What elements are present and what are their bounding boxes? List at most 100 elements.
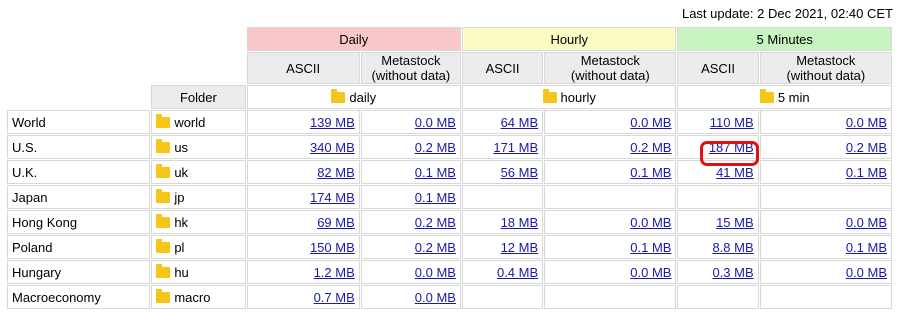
empty-cell	[544, 285, 677, 309]
table-row: Poland pl 150 MB 0.2 MB 12 MB 0.1 MB 8.8 MB 0.1…	[7, 235, 892, 259]
download-link[interactable]: 0.2 MB	[415, 215, 456, 230]
group-header-5min: 5 Minutes	[677, 27, 892, 51]
empty-cell	[759, 185, 892, 209]
table-row: Japan jp 174 MB 0.1 MB	[7, 185, 892, 209]
market-name: U.K.	[7, 160, 151, 184]
market-name: Hungary	[7, 260, 151, 284]
download-link[interactable]: 0.0 MB	[846, 215, 887, 230]
folder-icon	[156, 263, 171, 278]
folder-icon	[156, 113, 171, 128]
download-link[interactable]: 110 MB	[710, 115, 754, 130]
empty-cell	[677, 185, 759, 209]
metastock-header-5min: Metastock (without data)	[759, 52, 892, 84]
download-link[interactable]: 0.1 MB	[846, 240, 887, 255]
download-link[interactable]: 150 MB	[310, 240, 355, 255]
folder-icon	[156, 213, 171, 228]
metastock-header-hourly: Metastock (without data)	[544, 52, 677, 84]
folder-link[interactable]: macro	[151, 285, 246, 309]
download-link[interactable]: 12 MB	[501, 240, 539, 255]
ascii-header-5min: ASCII	[677, 52, 759, 84]
download-link[interactable]: 41 MB	[716, 165, 754, 180]
download-link[interactable]: 0.2 MB	[415, 240, 456, 255]
folder-link[interactable]: pl	[151, 235, 246, 259]
download-link[interactable]: 0.1 MB	[415, 190, 456, 205]
download-link[interactable]: 340 MB	[310, 140, 355, 155]
folder-link[interactable]: jp	[151, 185, 246, 209]
folder-link[interactable]: hk	[151, 210, 246, 234]
folder-icon	[542, 88, 557, 103]
empty-cell	[677, 285, 759, 309]
download-link[interactable]: 82 MB	[317, 165, 355, 180]
download-link[interactable]: 0.1 MB	[846, 165, 887, 180]
download-link[interactable]: 0.7 MB	[314, 290, 355, 305]
download-link[interactable]: 0.0 MB	[846, 115, 887, 130]
group-header-daily: Daily	[246, 27, 461, 51]
folder-header-row: Folder daily hourly 5 min	[7, 85, 892, 109]
download-link[interactable]: 0.2 MB	[630, 140, 671, 155]
folder-icon	[156, 188, 171, 203]
download-link[interactable]: 0.0 MB	[415, 265, 456, 280]
download-link[interactable]: 0.1 MB	[630, 165, 671, 180]
download-link[interactable]: 0.4 MB	[497, 265, 538, 280]
database-table: Daily Hourly 5 Minutes ASCII Metastock (w…	[6, 26, 893, 310]
ascii-header-hourly: ASCII	[461, 52, 544, 84]
ascii-header-daily: ASCII	[246, 52, 360, 84]
table-row: Hungary hu 1.2 MB 0.0 MB 0.4 MB 0.0 MB 0.3 MB 0…	[7, 260, 892, 284]
download-link[interactable]: 0.0 MB	[630, 215, 671, 230]
empty-cell	[759, 285, 892, 309]
download-link[interactable]: 0.1 MB	[415, 165, 456, 180]
folder-hourly[interactable]: hourly	[461, 85, 677, 109]
empty-cell	[461, 285, 544, 309]
market-name: World	[7, 110, 151, 134]
download-link[interactable]: 8.8 MB	[712, 240, 753, 255]
group-header-hourly: Hourly	[461, 27, 677, 51]
download-link[interactable]: 18 MB	[501, 215, 539, 230]
empty-cell	[461, 185, 544, 209]
table-row: U.K. uk 82 MB 0.1 MB 56 MB 0.1 MB 41 MB 0.1 MB	[7, 160, 892, 184]
folder-icon	[156, 238, 171, 253]
download-link[interactable]: 15 MB	[716, 215, 754, 230]
download-link[interactable]: 0.0 MB	[415, 290, 456, 305]
download-link[interactable]: 171 MB	[493, 140, 538, 155]
table-row: World world 139 MB 0.0 MB 64 MB 0.0 MB 110 MB 0…	[7, 110, 892, 134]
folder-icon	[156, 288, 171, 303]
download-link[interactable]: 0.1 MB	[630, 240, 671, 255]
download-link[interactable]: 0.0 MB	[846, 265, 887, 280]
download-link[interactable]: 0.2 MB	[846, 140, 887, 155]
market-name: Poland	[7, 235, 151, 259]
market-name: Macroeconomy	[7, 285, 151, 309]
market-name: Hong Kong	[7, 210, 151, 234]
download-link[interactable]: 1.2 MB	[314, 265, 355, 280]
group-header-row: Daily Hourly 5 Minutes	[7, 27, 892, 51]
download-link[interactable]: 187 MB	[709, 140, 754, 155]
last-update-text: Last update: 2 Dec 2021, 02:40 CET	[681, 6, 893, 21]
download-link[interactable]: 64 MB	[501, 115, 539, 130]
download-link[interactable]: 0.0 MB	[415, 115, 456, 130]
folder-link[interactable]: uk	[151, 160, 246, 184]
folder-icon	[156, 163, 171, 178]
folder-daily[interactable]: daily	[246, 85, 461, 109]
download-link[interactable]: 174 MB	[310, 190, 355, 205]
download-link[interactable]: 69 MB	[317, 215, 355, 230]
format-header-row: ASCII Metastock (without data) ASCII Meta…	[7, 52, 892, 84]
market-name: U.S.	[7, 135, 151, 159]
download-link[interactable]: 0.3 MB	[712, 265, 753, 280]
table-row: U.S. us 340 MB 0.2 MB 171 MB 0.2 MB 187 MB 0.2 …	[7, 135, 892, 159]
download-link[interactable]: 0.0 MB	[630, 115, 671, 130]
download-link[interactable]: 139 MB	[310, 115, 355, 130]
folder-link[interactable]: us	[151, 135, 246, 159]
folder-icon	[156, 138, 171, 153]
empty-cell	[544, 185, 677, 209]
table-row: Hong Kong hk 69 MB 0.2 MB 18 MB 0.0 MB 15 MB 0.…	[7, 210, 892, 234]
folder-icon	[759, 88, 774, 103]
download-link[interactable]: 0.2 MB	[415, 140, 456, 155]
folder-link[interactable]: hu	[151, 260, 246, 284]
download-link[interactable]: 56 MB	[501, 165, 539, 180]
metastock-header-daily: Metastock (without data)	[360, 52, 461, 84]
table-row: Macroeconomy macro 0.7 MB 0.0 MB	[7, 285, 892, 309]
folder-icon	[331, 88, 346, 103]
folder-column-header: Folder	[151, 85, 246, 109]
folder-link[interactable]: world	[151, 110, 246, 134]
download-link[interactable]: 0.0 MB	[630, 265, 671, 280]
folder-5min[interactable]: 5 min	[677, 85, 892, 109]
